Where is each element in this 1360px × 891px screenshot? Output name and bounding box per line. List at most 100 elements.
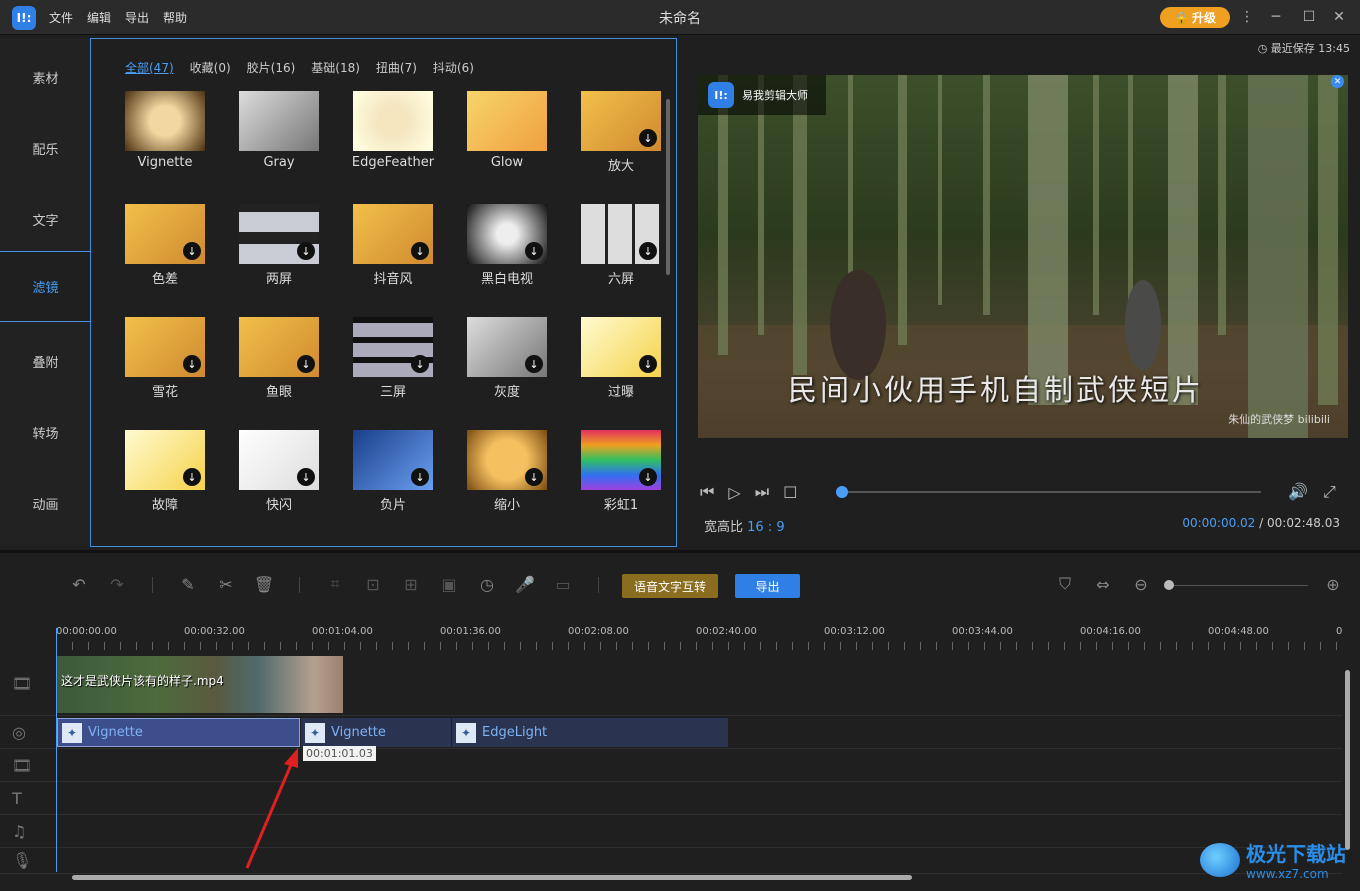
filter-item[interactable]: ↓ 彩虹1 xyxy=(581,430,661,543)
filter-item[interactable]: ↓ 快闪 xyxy=(239,430,319,543)
tab-all[interactable]: 全部(47) xyxy=(125,59,174,76)
download-icon[interactable]: ↓ xyxy=(525,242,543,260)
crop-icon[interactable]: ⌗ xyxy=(324,573,346,595)
filter-item[interactable]: ↓ 缩小 xyxy=(467,430,547,543)
menu-export[interactable]: 导出 xyxy=(125,9,149,26)
filter-item[interactable]: ↓ 负片 xyxy=(353,430,433,543)
filter-thumbnail: ↓ xyxy=(467,317,547,377)
screen-record-icon[interactable]: ▭ xyxy=(552,573,574,595)
undo-icon[interactable]: ↶ xyxy=(68,573,90,595)
upgrade-button[interactable]: 🔒 升级 xyxy=(1160,7,1230,28)
aspect-ratio[interactable]: 宽高比 16 : 9 xyxy=(704,516,785,535)
next-frame-icon[interactable]: ⏭ xyxy=(755,482,769,502)
sidebar-item-media[interactable]: 素材 xyxy=(0,42,91,113)
close-badge-icon[interactable]: ✕ xyxy=(1331,75,1344,88)
download-icon[interactable]: ↓ xyxy=(639,242,657,260)
cut-icon[interactable]: ✂ xyxy=(215,573,237,595)
download-icon[interactable]: ↓ xyxy=(183,355,201,373)
filter-item[interactable]: ↓ 雪花 xyxy=(125,317,205,430)
download-icon[interactable]: ↓ xyxy=(525,468,543,486)
timeline-ruler[interactable]: 00:00:00.00 00:00:32.00 00:01:04.00 00:01:3… xyxy=(56,620,1346,650)
video-preview[interactable]: I!: 易我剪辑大师 ✕ 民间小伙用手机自制武侠短片 朱仙的武侠梦 bilibil… xyxy=(698,75,1348,438)
prev-frame-icon[interactable]: ⏮ xyxy=(700,482,714,502)
filter-label: 三屏 xyxy=(379,385,406,400)
playhead[interactable] xyxy=(56,628,57,872)
filter-item[interactable]: ↓ 灰度 xyxy=(467,317,547,430)
export-button[interactable]: 导出 xyxy=(735,574,800,598)
edit-icon[interactable]: ✎ xyxy=(177,573,199,595)
menu-file[interactable]: 文件 xyxy=(49,9,73,26)
download-icon[interactable]: ↓ xyxy=(297,242,315,260)
filter-item[interactable]: ↓ 放大 xyxy=(581,91,661,204)
sidebar-item-music[interactable]: 配乐 xyxy=(0,113,91,184)
freeze-frame-icon[interactable]: ▣ xyxy=(438,573,460,595)
download-icon[interactable]: ↓ xyxy=(411,468,429,486)
tab-basic[interactable]: 基础(18) xyxy=(311,59,360,76)
fit-width-icon[interactable]: ⇔ xyxy=(1092,573,1114,595)
filter-item[interactable]: ↓ 三屏 xyxy=(353,317,433,430)
menu-edit[interactable]: 编辑 xyxy=(87,9,111,26)
download-icon[interactable]: ↓ xyxy=(183,242,201,260)
stop-icon[interactable]: ☐ xyxy=(783,483,797,502)
filter-clip[interactable]: ✦ Vignette xyxy=(57,718,300,747)
minimize-icon[interactable]: ─ xyxy=(1267,8,1285,26)
voiceover-icon[interactable]: 🎤 xyxy=(514,573,536,595)
download-icon[interactable]: ↓ xyxy=(411,242,429,260)
tab-distort[interactable]: 扭曲(7) xyxy=(376,59,417,76)
filter-clip[interactable]: ✦ EdgeLight xyxy=(452,718,728,747)
video-clip[interactable]: 这才是武侠片该有的样子.mp4 xyxy=(57,656,343,713)
more-icon[interactable]: ⋮ xyxy=(1238,8,1256,26)
redo-icon[interactable]: ↷ xyxy=(106,573,128,595)
download-icon[interactable]: ↓ xyxy=(639,129,657,147)
filter-scrollbar[interactable] xyxy=(666,99,670,275)
zoom-knob[interactable] xyxy=(1164,580,1174,590)
filter-item[interactable]: ↓ 色差 xyxy=(125,204,205,317)
zoom-out-icon[interactable]: ⊖ xyxy=(1130,573,1152,595)
menu-help[interactable]: 帮助 xyxy=(163,9,187,26)
volume-icon[interactable]: 🔊 xyxy=(1288,482,1308,501)
horizontal-scrollbar[interactable] xyxy=(72,875,912,880)
download-icon[interactable]: ↓ xyxy=(411,355,429,373)
download-icon[interactable]: ↓ xyxy=(183,468,201,486)
filter-item[interactable]: EdgeFeather xyxy=(352,91,434,204)
download-icon[interactable]: ↓ xyxy=(525,355,543,373)
split-screen-icon[interactable]: ⊞ xyxy=(400,573,422,595)
download-icon[interactable]: ↓ xyxy=(297,355,315,373)
marker-icon[interactable]: ⛉ xyxy=(1054,573,1076,595)
close-icon[interactable]: ✕ xyxy=(1330,8,1348,26)
sidebar-item-animation[interactable]: 动画 xyxy=(0,468,91,539)
tab-favorites[interactable]: 收藏(0) xyxy=(190,59,231,76)
filter-item[interactable]: ↓ 六屏 xyxy=(581,204,661,317)
filter-item[interactable]: ↓ 抖音风 xyxy=(353,204,433,317)
filter-item[interactable]: Glow xyxy=(467,91,547,204)
download-icon[interactable]: ↓ xyxy=(639,355,657,373)
zoom-in-icon[interactable]: ⊕ xyxy=(1322,573,1344,595)
filter-item[interactable]: ↓ 过曝 xyxy=(581,317,661,430)
progress-track[interactable] xyxy=(838,491,1261,493)
download-icon[interactable]: ↓ xyxy=(639,468,657,486)
filter-item[interactable]: Gray xyxy=(239,91,319,204)
vertical-scrollbar[interactable] xyxy=(1345,670,1350,850)
speech-to-text-button[interactable]: 语音文字互转 xyxy=(622,574,718,598)
tab-film[interactable]: 胶片(16) xyxy=(247,59,296,76)
play-icon[interactable]: ▷ xyxy=(728,483,740,502)
fullscreen-icon[interactable]: ⤢ xyxy=(1323,482,1336,502)
progress-knob[interactable] xyxy=(836,486,848,498)
filter-item[interactable]: ↓ 故障 xyxy=(125,430,205,543)
maximize-icon[interactable]: ☐ xyxy=(1300,8,1318,26)
sidebar-item-filters[interactable]: 滤镜 xyxy=(0,251,91,322)
sidebar-item-overlay[interactable]: 叠附 xyxy=(0,326,91,397)
sidebar-item-transition[interactable]: 转场 xyxy=(0,397,91,468)
filter-item[interactable]: ↓ 鱼眼 xyxy=(239,317,319,430)
download-icon[interactable]: ↓ xyxy=(297,468,315,486)
speed-icon[interactable]: ◷ xyxy=(476,573,498,595)
filter-item[interactable]: ↓ 两屏 xyxy=(239,204,319,317)
zoom-slider[interactable] xyxy=(1170,585,1308,586)
delete-icon[interactable]: 🗑 xyxy=(253,573,275,595)
filter-item[interactable]: ↓ 黑白电视 xyxy=(467,204,547,317)
tab-shake[interactable]: 抖动(6) xyxy=(433,59,474,76)
sidebar-item-text[interactable]: 文字 xyxy=(0,184,91,255)
filter-clip[interactable]: ✦ Vignette xyxy=(301,718,451,747)
mosaic-icon[interactable]: ⊡ xyxy=(362,573,384,595)
filter-item[interactable]: Vignette xyxy=(125,91,205,204)
